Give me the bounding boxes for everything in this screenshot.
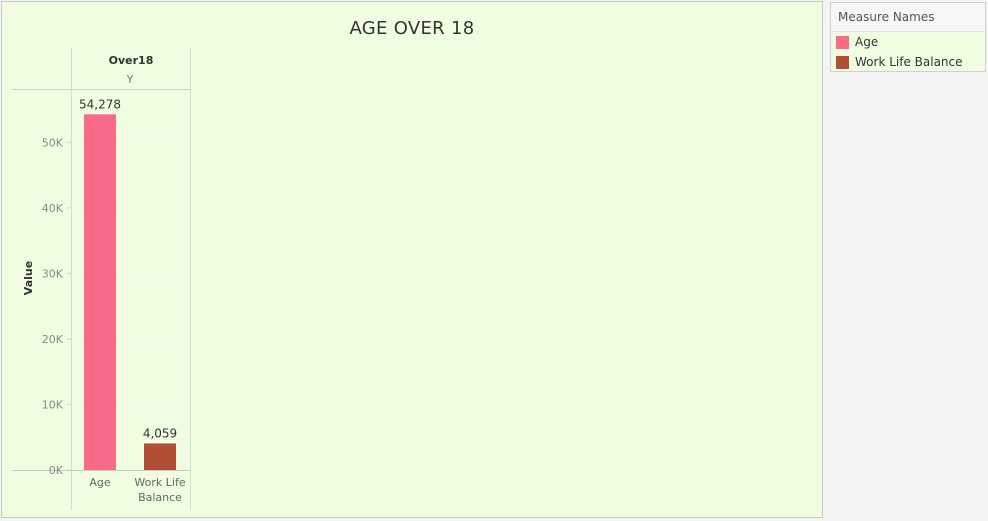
y-axis-label: Value <box>22 261 35 295</box>
bar-age[interactable] <box>84 114 116 470</box>
x-tick-label: Work Life <box>134 476 185 489</box>
column-header-field: Over18 <box>109 54 154 67</box>
bar-chart: Over18 Y Value 0K 10K 20K 30K 40K 50K 54,278 4… <box>12 48 191 510</box>
legend-item-work-life-balance[interactable]: Work Life Balance <box>831 52 985 72</box>
legend-item-age[interactable]: Age <box>831 32 985 52</box>
legend: Measure Names Age Work Life Balance <box>830 2 986 72</box>
legend-swatch-work-life-balance <box>836 55 849 69</box>
y-tick-label: 30K <box>42 267 64 280</box>
legend-label: Age <box>855 35 879 49</box>
bar-value-label: 54,278 <box>79 97 121 111</box>
bars: 54,278 4,059 <box>79 97 177 470</box>
legend-swatch-age <box>836 35 849 49</box>
column-header-value: Y <box>126 73 134 86</box>
bar-work-life-balance[interactable] <box>144 443 176 470</box>
legend-label: Work Life Balance <box>855 55 963 69</box>
y-tick-label: 0K <box>49 464 64 477</box>
y-tick-label: 40K <box>42 202 64 215</box>
legend-title: Measure Names <box>831 3 985 32</box>
y-tick-label: 50K <box>42 136 64 149</box>
bar-value-label: 4,059 <box>143 426 177 440</box>
x-tick-label: Balance <box>138 491 182 504</box>
y-tick-labels: 0K 10K 20K 30K 40K 50K <box>42 136 71 477</box>
y-tick-label: 20K <box>42 333 64 346</box>
x-tick-labels: Age Work Life Balance <box>89 476 185 504</box>
y-tick-label: 10K <box>42 398 64 411</box>
x-tick-label: Age <box>89 476 111 489</box>
